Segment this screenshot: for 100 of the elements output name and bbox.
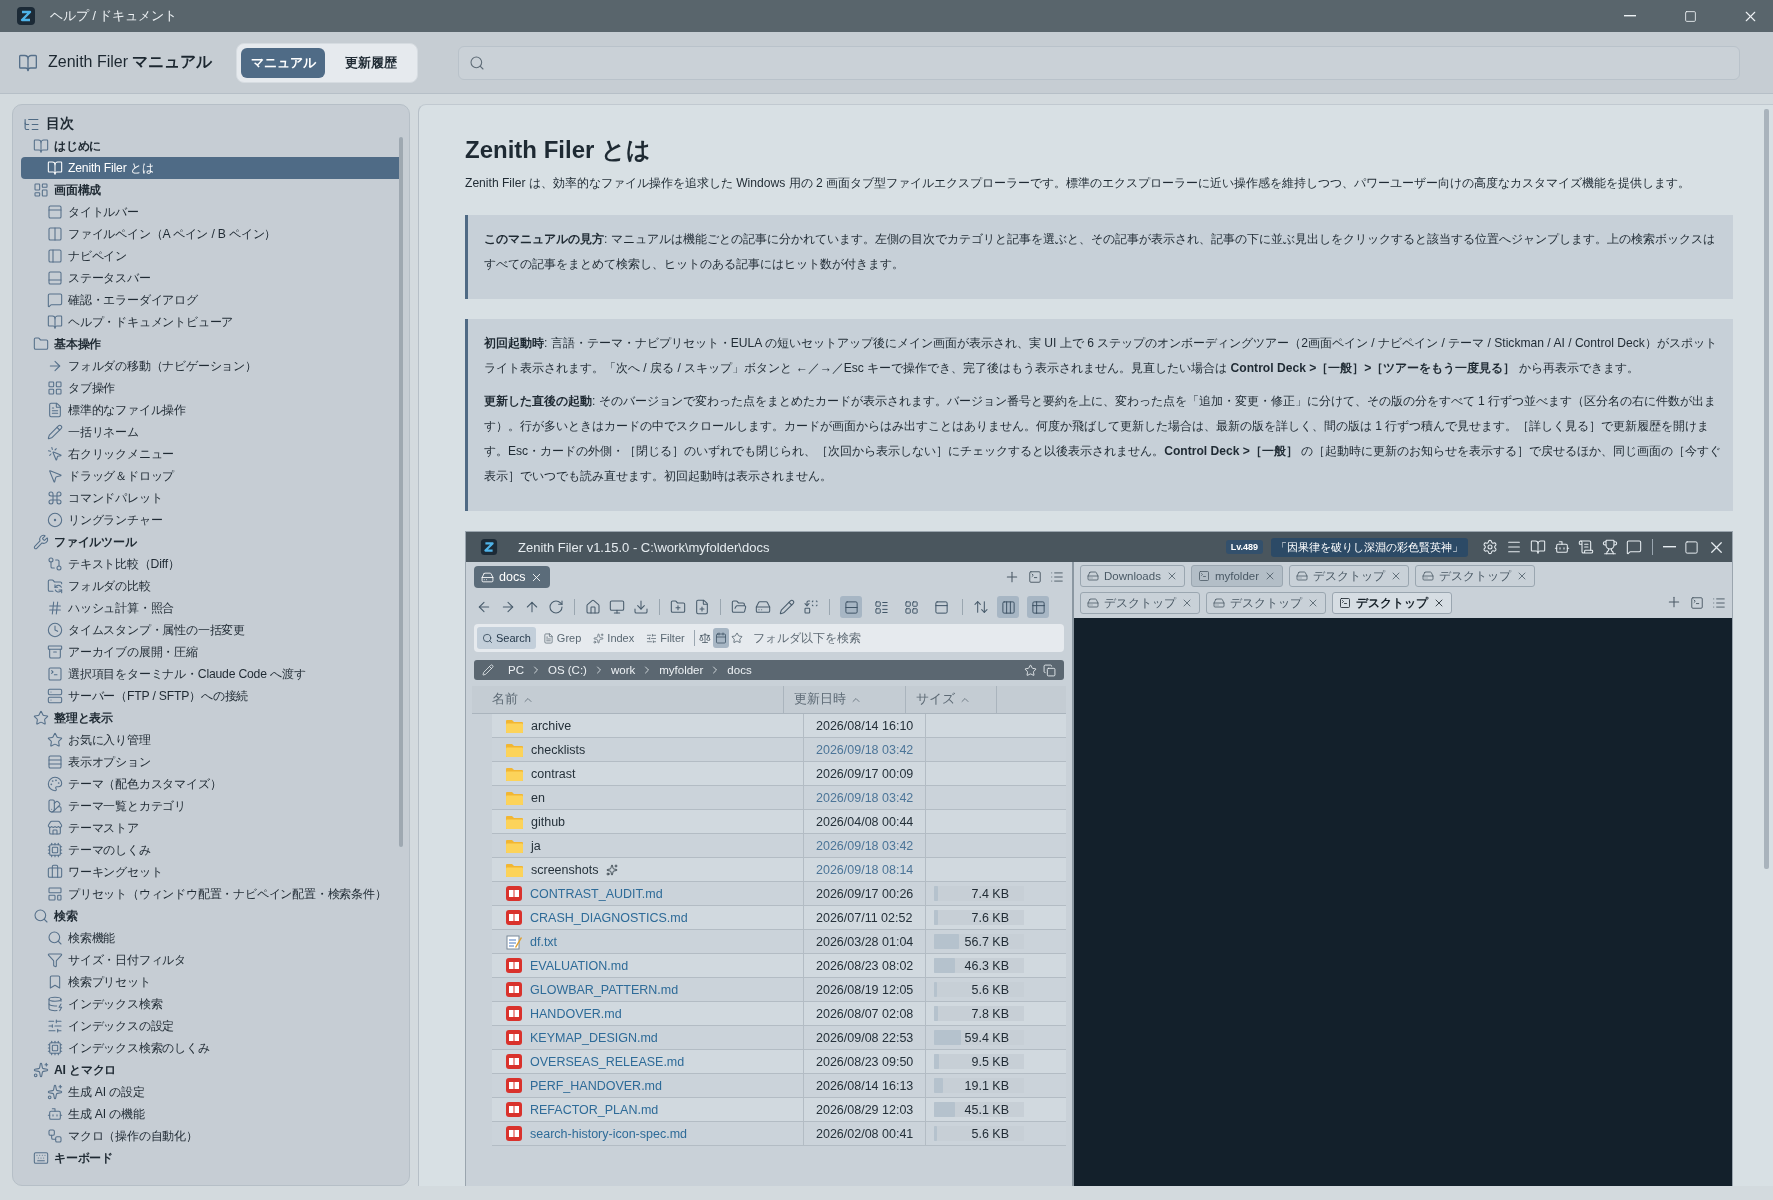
file-name-cell[interactable]: CONTRAST_AUDIT.md	[492, 882, 804, 905]
column-header[interactable]: サイズ	[906, 686, 997, 713]
toc-item[interactable]: 検索機能	[21, 927, 403, 949]
toc-item[interactable]: タイムスタンプ・属性の一括変更	[21, 619, 403, 641]
toc-item[interactable]: リングランチャー	[21, 509, 403, 531]
plus-icon[interactable]	[1004, 569, 1020, 585]
list-icon[interactable]	[1050, 570, 1064, 584]
toc-section[interactable]: 検索	[21, 905, 403, 927]
file-name-cell[interactable]: REFACTOR_PLAN.md	[492, 1098, 804, 1121]
pane-tab[interactable]: デスクトップ	[1415, 565, 1535, 587]
pane-tab[interactable]: デスクトップ	[1289, 565, 1409, 587]
toggle-button[interactable]	[997, 596, 1019, 618]
star-icon[interactable]	[730, 632, 743, 644]
pencil-icon[interactable]	[779, 599, 795, 615]
file-name-cell[interactable]: contrast	[492, 762, 804, 785]
breadcrumb-item[interactable]: myfolder	[659, 664, 704, 676]
toc-item[interactable]: お気に入り管理	[21, 729, 403, 751]
book-icon[interactable]	[1530, 539, 1546, 555]
sort-icon[interactable]	[973, 599, 989, 615]
toc-item[interactable]: フォルダの比較	[21, 575, 403, 597]
toc-item[interactable]: ヘルプ・ドキュメントビューア	[21, 311, 403, 333]
terminal-icon[interactable]	[1690, 596, 1704, 610]
toc-item[interactable]: インデックスの設定	[21, 1015, 403, 1037]
pane-tab[interactable]: デスクトップ	[1080, 592, 1200, 614]
close-icon[interactable]	[1181, 597, 1193, 609]
folder-icon[interactable]	[731, 599, 747, 615]
scrollbar[interactable]	[399, 137, 403, 847]
toc-item[interactable]: ドラッグ＆ドロップ	[21, 465, 403, 487]
search-mode-button[interactable]: Search	[477, 627, 536, 649]
file-name-cell[interactable]: PERF_HANDOVER.md	[492, 1074, 804, 1097]
pane-tab[interactable]: デスクトップ	[1332, 592, 1452, 614]
toc-item[interactable]: ハッシュ計算・照合	[21, 597, 403, 619]
toc-item[interactable]: タイトルバー	[21, 201, 403, 223]
toc-section[interactable]: ファイルツール	[21, 531, 403, 553]
toc-item[interactable]: テーマ一覧とカテゴリ	[21, 795, 403, 817]
plus-icon[interactable]	[1666, 594, 1682, 610]
file-name-cell[interactable]: CRASH_DIAGNOSTICS.md	[492, 906, 804, 929]
toc-item[interactable]: サーバー（FTP / SFTP）への接続	[21, 685, 403, 707]
toc-item[interactable]: マクロ（操作の自動化）	[21, 1125, 403, 1147]
file-name-cell[interactable]: GLOWBAR_PATTERN.md	[492, 978, 804, 1001]
file-name-cell[interactable]: github	[492, 810, 804, 833]
maximize-icon[interactable]	[1684, 539, 1699, 555]
settings-icon[interactable]	[1482, 539, 1498, 555]
pane-tab[interactable]: Downloads	[1080, 565, 1185, 587]
toc-item[interactable]: ナビペイン	[21, 245, 403, 267]
toc-item[interactable]: アーカイブの展開・圧縮	[21, 641, 403, 663]
toc-item[interactable]: 右クリックメニュー	[21, 443, 403, 465]
terminal-icon[interactable]	[1028, 570, 1042, 584]
search-mode-button[interactable]: Grep	[537, 627, 587, 649]
view-mode-button[interactable]	[840, 596, 862, 618]
download-icon[interactable]	[633, 599, 649, 615]
scale-icon[interactable]	[698, 632, 711, 644]
toc-item[interactable]: 生成 AI の機能	[21, 1103, 403, 1125]
tab[interactable]: マニュアル	[241, 47, 326, 78]
toc-item[interactable]: プリセット（ウィンドウ配置・ナビペイン配置・検索条件）	[21, 883, 403, 905]
breadcrumb-item[interactable]: work	[610, 664, 636, 676]
close-icon[interactable]	[1433, 597, 1445, 609]
file-name-cell[interactable]: KEYMAP_DESIGN.md	[492, 1026, 804, 1049]
toc-section[interactable]: 整理と表示	[21, 707, 403, 729]
file-name-cell[interactable]: en	[492, 786, 804, 809]
pane-tab[interactable]: myfolder	[1190, 565, 1283, 587]
toc-item[interactable]: 選択項目をターミナル・Claude Code へ渡す	[21, 663, 403, 685]
folder-plus-icon[interactable]	[670, 599, 686, 615]
drive-icon[interactable]	[755, 599, 771, 615]
close-icon[interactable]	[1516, 570, 1528, 582]
file-name-cell[interactable]: checklists	[492, 738, 804, 761]
file-name-cell[interactable]: archive	[492, 714, 804, 737]
toc-item[interactable]: テーマ（配色カスタマイズ）	[21, 773, 403, 795]
toc-item[interactable]: フォルダの移動（ナビゲーション）	[21, 355, 403, 377]
toc-item[interactable]: ワーキングセット	[21, 861, 403, 883]
scroll-icon[interactable]	[1578, 539, 1594, 555]
breadcrumb-item[interactable]: docs	[727, 664, 752, 676]
toc-item[interactable]: テーマストア	[21, 817, 403, 839]
file-name-cell[interactable]: screenshots	[492, 858, 804, 881]
arrow-left-icon[interactable]	[476, 599, 492, 615]
robot-icon[interactable]	[1554, 539, 1570, 555]
toc-item[interactable]: ステータスバー	[21, 267, 403, 289]
search-mode-button[interactable]: Index	[588, 627, 640, 649]
file-name-cell[interactable]: df.txt	[492, 930, 804, 953]
toc-item[interactable]: 表示オプション	[21, 751, 403, 773]
file-name-cell[interactable]: EVALUATION.md	[492, 954, 804, 977]
toggle-button[interactable]	[1027, 596, 1049, 618]
house-icon[interactable]	[585, 599, 601, 615]
toc-item[interactable]: コマンドパレット	[21, 487, 403, 509]
monitor-icon[interactable]	[609, 599, 625, 615]
toc-item[interactable]: テーマのしくみ	[21, 839, 403, 861]
breadcrumb-item[interactable]: PC	[508, 664, 524, 676]
copy-icon[interactable]	[1043, 663, 1056, 677]
arrow-right-icon[interactable]	[500, 599, 516, 615]
search-mode-button[interactable]: Filter	[641, 627, 690, 649]
file-name-cell[interactable]: HANDOVER.md	[492, 1002, 804, 1025]
toc-section[interactable]: AI とマクロ	[21, 1059, 403, 1081]
toc-item[interactable]: インデックス検索のしくみ	[21, 1037, 403, 1059]
toc-item[interactable]: テキスト比較（Diff）	[21, 553, 403, 575]
search-field[interactable]	[458, 45, 1740, 80]
pane-tab[interactable]: デスクトップ	[1206, 592, 1326, 614]
column-header[interactable]: 更新日時	[784, 686, 906, 713]
file-name-cell[interactable]: search-history-icon-spec.md	[492, 1122, 804, 1145]
file-plus-icon[interactable]	[694, 599, 710, 615]
tab[interactable]: 更新履歴	[329, 47, 414, 78]
